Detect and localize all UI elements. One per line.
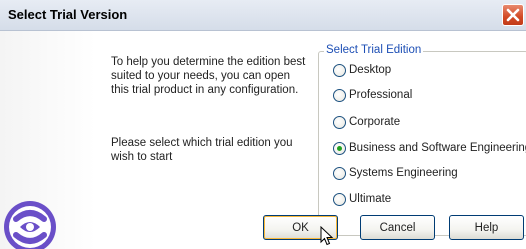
radio-label: Ultimate (349, 193, 392, 205)
app-logo-icon (4, 201, 56, 249)
radio-label: Professional (349, 89, 413, 101)
prompt-text: Please select which trial edition you wi… (111, 137, 293, 163)
title-bar[interactable]: Select Trial Version (0, 0, 526, 31)
radio-label: Corporate (349, 116, 401, 128)
radio-label: Business and Software Engineering (349, 142, 526, 154)
radio-button-selected[interactable] (333, 141, 346, 155)
sidebar-panel (0, 31, 96, 249)
intro-text: To help you determine the edition best s… (111, 56, 306, 96)
radio-systems-engineering[interactable]: Systems Engineering (333, 164, 458, 182)
radio-label: Desktop (349, 64, 392, 76)
radio-button[interactable] (333, 115, 346, 129)
radio-label: Systems Engineering (349, 167, 458, 179)
edition-group-legend: Select Trial Edition (324, 44, 424, 56)
dialog-window: Select Trial Version To help you determi… (0, 0, 526, 249)
radio-button[interactable] (333, 63, 346, 77)
radio-corporate[interactable]: Corporate (333, 113, 400, 131)
radio-business-software-engineering[interactable]: Business and Software Engineering (333, 139, 526, 157)
cancel-button[interactable]: Cancel (360, 215, 435, 240)
radio-professional[interactable]: Professional (333, 86, 412, 104)
radio-button[interactable] (333, 166, 346, 180)
radio-button[interactable] (333, 192, 346, 206)
radio-ultimate[interactable]: Ultimate (333, 190, 391, 208)
radio-button[interactable] (333, 88, 346, 102)
window-title: Select Trial Version (8, 7, 128, 22)
close-icon (506, 8, 520, 22)
close-button[interactable] (502, 4, 524, 26)
help-button[interactable]: Help (449, 215, 524, 240)
mouse-cursor-icon (320, 226, 334, 246)
radio-desktop[interactable]: Desktop (333, 61, 391, 79)
